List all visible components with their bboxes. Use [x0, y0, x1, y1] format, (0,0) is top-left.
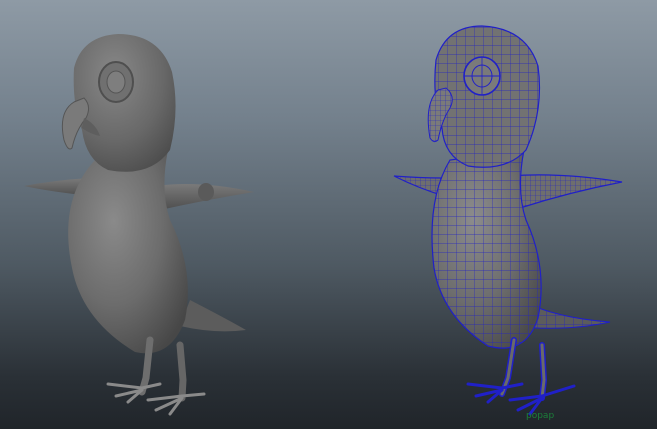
viewport-pane-right[interactable]: popap: [330, 0, 657, 429]
right-leg: [176, 341, 187, 402]
parrot-model-wireframe[interactable]: [330, 0, 657, 429]
3d-viewport[interactable]: popap: [0, 0, 657, 429]
body: [68, 150, 188, 354]
viewport-pane-left[interactable]: [0, 0, 330, 429]
head: [73, 34, 176, 172]
right-foot: [146, 392, 206, 416]
parrot-model-shaded[interactable]: [0, 0, 330, 429]
tail: [180, 300, 246, 332]
selected-object-label: popap: [526, 411, 555, 421]
